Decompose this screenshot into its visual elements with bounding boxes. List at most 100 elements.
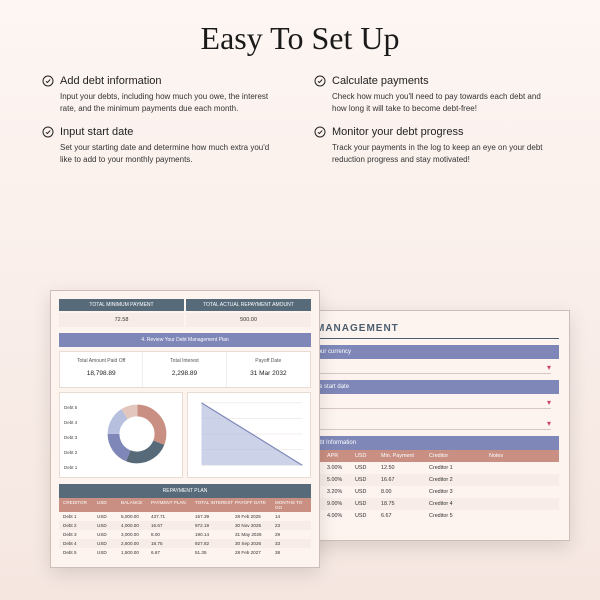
- cell: 8.00: [151, 532, 195, 537]
- col: CREDITOR: [63, 500, 97, 510]
- table-row[interactable]: 3,000.003.20%USD8.00Creditor 3: [281, 486, 559, 498]
- cell: 16.67: [381, 477, 429, 483]
- cell: 30 Sep 2026: [235, 541, 275, 546]
- col: USD: [97, 500, 121, 510]
- col: TOTAL INTEREST: [195, 500, 235, 510]
- feature-label: Monitor your debt progress: [332, 126, 463, 138]
- cell: 5.00%: [327, 477, 355, 483]
- section-debtinfo-bar: 3. Enter Debt Information: [281, 436, 559, 450]
- cell: 16.67: [151, 523, 195, 528]
- cell: 6.67: [151, 550, 195, 555]
- feature-monitor: Monitor your debt progress Track your pa…: [314, 126, 558, 165]
- cell: USD: [97, 532, 121, 537]
- cell: Creditor 3: [429, 489, 489, 495]
- cell: 6.67: [381, 513, 429, 519]
- col-notes: Notes: [489, 453, 553, 459]
- repayment-header: CREDITOR USD BALANCE PAYMENT PLAN TOTAL …: [59, 498, 311, 512]
- cell: USD: [355, 501, 381, 507]
- table-row[interactable]: Debt 4USD2,500.0018.75927.8230 Sep 20263…: [59, 539, 311, 548]
- cell: 23: [275, 523, 307, 528]
- cell: Debt 2: [63, 523, 97, 528]
- chevron-down-icon: ▾: [547, 398, 551, 407]
- section-startdate-bar: 2. Select the start date: [281, 380, 559, 394]
- cell: 30 Nov 2025: [235, 523, 275, 528]
- feature-desc: Set your starting date and determine how…: [42, 142, 286, 165]
- cell: 18.75: [151, 541, 195, 546]
- cell: 12.50: [381, 465, 429, 471]
- table-row[interactable]: Debt 5USD1,500.006.6751.3528 Feb 202738: [59, 548, 311, 557]
- donut-legend: Debt 5 Debt 4 Debt 3 Debt 2 Debt 1: [64, 405, 77, 480]
- feature-calculate: Calculate payments Check how much you'll…: [314, 75, 558, 114]
- cell: 4.00%: [327, 513, 355, 519]
- month-select[interactable]: January ▾: [281, 415, 559, 429]
- value-actual-repay: 500.00: [186, 313, 311, 327]
- chevron-down-icon: ▾: [547, 363, 551, 372]
- table-row[interactable]: 1,000.004.00%USD6.67Creditor 5: [281, 510, 559, 522]
- col-usd: USD: [355, 453, 381, 459]
- table-row[interactable]: 4,000.005.00%USD16.67Creditor 2: [281, 474, 559, 486]
- cell: USD: [355, 465, 381, 471]
- cell: [489, 465, 553, 471]
- sheet-dashboard: TOTAL MINIMUM PAYMENT TOTAL ACTUAL REPAY…: [50, 290, 320, 568]
- cell: 1,500.00: [121, 550, 151, 555]
- table-row[interactable]: Debt 2USD4,000.0016.67972.1930 Nov 20252…: [59, 521, 311, 530]
- cell: Creditor 5: [429, 513, 489, 519]
- debt-table-body: 5,000.003.00%USD12.50Creditor 14,000.005…: [281, 462, 559, 522]
- cell: 38: [275, 550, 307, 555]
- divider: [281, 338, 559, 339]
- table-row[interactable]: Debt 1USD5,000.00437.71157.3928 Feb 2025…: [59, 512, 311, 521]
- col: MONTHS TO GO: [275, 500, 307, 510]
- currency-select[interactable]: USD ▾: [281, 359, 559, 373]
- cell: [489, 501, 553, 507]
- year-select[interactable]: 2024 ▾: [281, 394, 559, 408]
- stat-value: 18,798.89: [62, 370, 140, 377]
- cell: 157.39: [195, 514, 235, 519]
- divider: [289, 373, 551, 374]
- cell: 31 May 2026: [235, 532, 275, 537]
- donut-chart: Debt 5 Debt 4 Debt 3 Debt 2 Debt 1: [59, 392, 183, 478]
- divider: [289, 408, 551, 409]
- cell: Creditor 2: [429, 477, 489, 483]
- col-apr: APR: [327, 453, 355, 459]
- cell: Creditor 4: [429, 501, 489, 507]
- cell: 3.20%: [327, 489, 355, 495]
- cell: 190.14: [195, 532, 235, 537]
- cell: 18.75: [381, 501, 429, 507]
- feature-add-debt: Add debt information Input your debts, i…: [42, 75, 286, 114]
- cell: 28 Feb 2025: [235, 514, 275, 519]
- cell: [489, 513, 553, 519]
- cell: 51.35: [195, 550, 235, 555]
- cell: 927.82: [195, 541, 235, 546]
- cell: 3.00%: [327, 465, 355, 471]
- sheet-title: DEBT MANAGEMENT: [281, 323, 559, 334]
- col-creditor: Creditor: [429, 453, 489, 459]
- cell: 29: [275, 532, 307, 537]
- table-row[interactable]: 2,500.009.00%USD18.75Creditor 4: [281, 498, 559, 510]
- col-minpay: Min. Payment: [381, 453, 429, 459]
- review-plan-bar: 4. Review Your Debt Management Plan: [59, 333, 311, 347]
- cell: 28 Feb 2027: [235, 550, 275, 555]
- col: PAYMENT PLAN: [151, 500, 195, 510]
- cell: Debt 1: [63, 514, 97, 519]
- line-chart-icon: [192, 397, 306, 473]
- cell: Debt 3: [63, 532, 97, 537]
- pie-chart-icon: [106, 403, 168, 465]
- cell: Debt 5: [63, 550, 97, 555]
- feature-desc: Input your debts, including how much you…: [42, 91, 286, 114]
- table-row[interactable]: 5,000.003.00%USD12.50Creditor 1: [281, 462, 559, 474]
- feature-desc: Check how much you'll need to pay toward…: [314, 91, 558, 114]
- cell: 5,000.00: [121, 514, 151, 519]
- cell: 4,000.00: [121, 523, 151, 528]
- table-row[interactable]: Debt 3USD3,000.008.00190.1431 May 202629: [59, 530, 311, 539]
- repayment-plan-bar: REPAYMENT PLAN: [59, 484, 311, 498]
- cell: USD: [97, 550, 121, 555]
- cell: 437.71: [151, 514, 195, 519]
- cell: [489, 477, 553, 483]
- feature-start-date: Input start date Set your starting date …: [42, 126, 286, 165]
- page-title: Easy To Set Up: [0, 0, 600, 75]
- cell: 9.00%: [327, 501, 355, 507]
- label-min-payment: TOTAL MINIMUM PAYMENT: [59, 299, 184, 311]
- check-circle-icon: [42, 75, 54, 87]
- cell: USD: [97, 523, 121, 528]
- mockup-area: DEBT MANAGEMENT 1. Set up your currency …: [0, 280, 600, 600]
